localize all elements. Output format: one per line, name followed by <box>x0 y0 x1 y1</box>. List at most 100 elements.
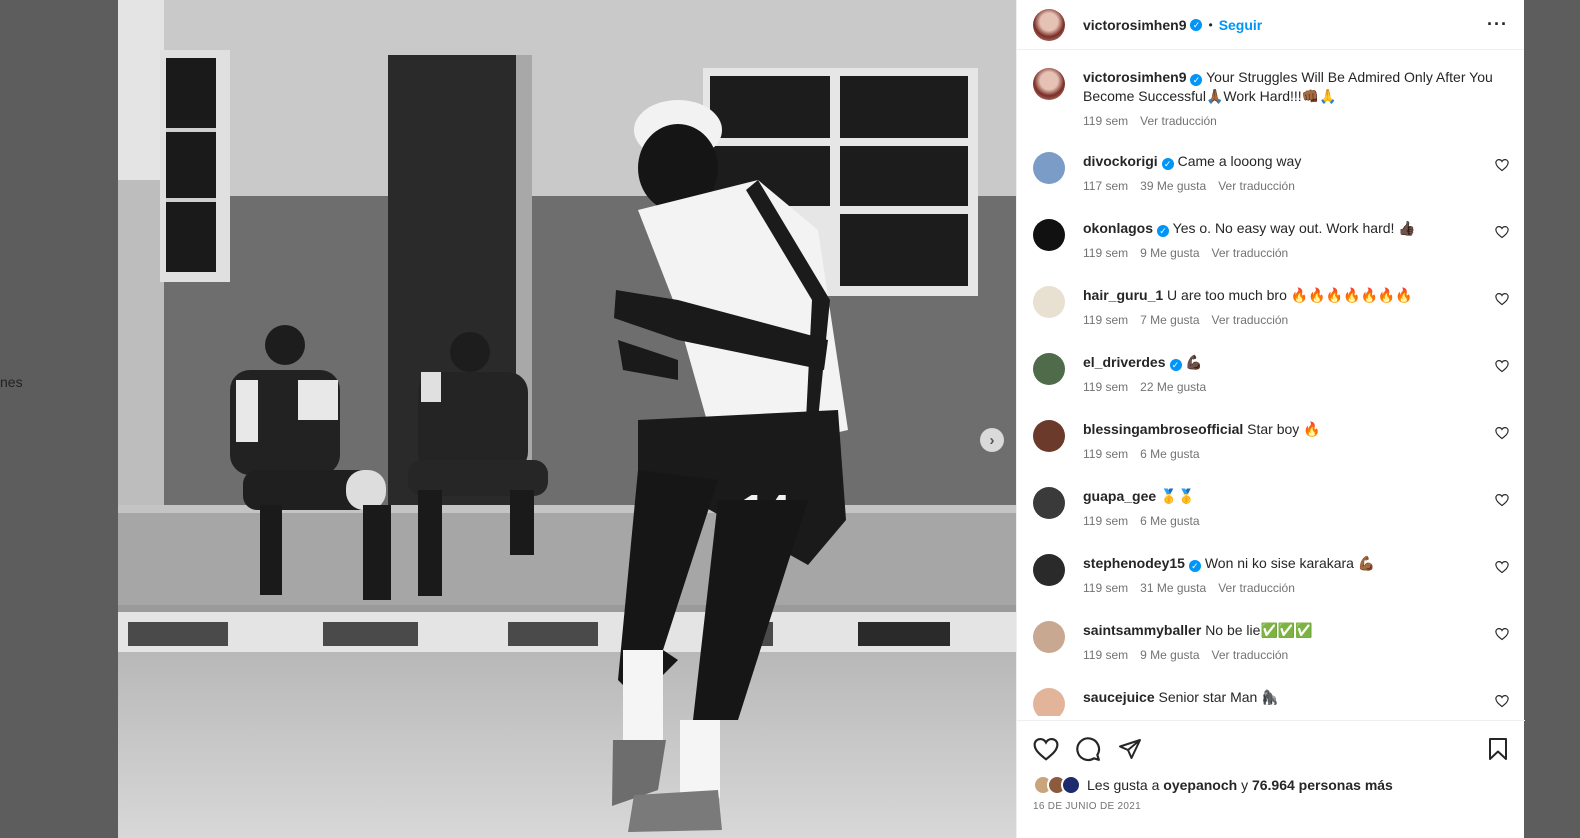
comment-row: hair_guru_1 U are too much bro 🔥🔥🔥🔥🔥🔥🔥 11… <box>1033 272 1509 339</box>
commenter-avatar[interactable] <box>1033 621 1065 653</box>
post-image: 14 <box>118 0 1016 838</box>
comment-row: el_driverdes ✓ 💪🏿 119 sem 22 Me gusta <box>1033 339 1509 406</box>
likes-connector: y <box>1241 777 1249 793</box>
comment-username[interactable]: saintsammyballer <box>1083 622 1201 638</box>
comment-likes-count[interactable]: 6 Me gusta <box>1140 512 1199 531</box>
comment-like-heart-icon[interactable] <box>1495 359 1509 373</box>
post-caption: victorosimhen9 ✓ Your Struggles Will Be A… <box>1033 54 1509 138</box>
post-photo[interactable]: 14 › <box>118 0 1016 838</box>
post-header: victorosimhen9 ✓ • Seguir ··· <box>1017 0 1524 50</box>
liker-avatars <box>1033 775 1081 795</box>
comment-like-heart-icon[interactable] <box>1495 627 1509 641</box>
next-photo-button[interactable]: › <box>980 428 1004 452</box>
comment-username[interactable]: divockorigi <box>1083 153 1158 169</box>
comment-text: U are too much bro 🔥🔥🔥🔥🔥🔥🔥 <box>1167 287 1413 303</box>
comment-text: Yes o. No easy way out. Work hard! 👍🏿 <box>1172 220 1416 236</box>
comment-translate-link[interactable]: Ver traducción <box>1212 646 1289 665</box>
comment-translate-link[interactable]: Ver traducción <box>1212 244 1289 263</box>
comment-like-heart-icon[interactable] <box>1495 694 1509 708</box>
comment-time[interactable]: 119 sem <box>1083 579 1128 598</box>
comment-like-heart-icon[interactable] <box>1495 493 1509 507</box>
commenter-avatar[interactable] <box>1033 152 1065 184</box>
comment-username[interactable]: guapa_gee <box>1083 488 1156 504</box>
separator-dot: • <box>1208 17 1213 32</box>
comment-likes-count[interactable]: 9 Me gusta <box>1140 244 1199 263</box>
comment-like-heart-icon[interactable] <box>1495 292 1509 306</box>
comment-time[interactable]: 117 sem <box>1083 177 1128 196</box>
comment-row: saintsammyballer No be lie✅✅✅ 119 sem 9 Me… <box>1033 607 1509 674</box>
commenter-avatar[interactable] <box>1033 554 1065 586</box>
comment-username[interactable]: saucejuice <box>1083 689 1155 705</box>
comment-row: saucejuice Senior star Man 🦍 <box>1033 674 1509 716</box>
comment-like-heart-icon[interactable] <box>1495 225 1509 239</box>
comment-text: Senior star Man 🦍 <box>1158 689 1279 705</box>
comment-time[interactable]: 119 sem <box>1083 378 1128 397</box>
comment-translate-link[interactable]: Ver traducción <box>1218 177 1295 196</box>
liker-avatar <box>1061 775 1081 795</box>
likes-user[interactable]: oyepanoch <box>1163 777 1237 793</box>
caption-avatar[interactable] <box>1033 68 1065 100</box>
comment-username[interactable]: okonlagos <box>1083 220 1153 236</box>
comment-text: 🥇🥇 <box>1160 488 1195 504</box>
heart-icon[interactable] <box>1033 737 1059 761</box>
comment-likes-count[interactable]: 7 Me gusta <box>1140 311 1199 330</box>
comment-likes-count[interactable]: 39 Me gusta <box>1140 177 1206 196</box>
chevron-right-icon: › <box>989 431 995 449</box>
caption-username[interactable]: victorosimhen9 <box>1083 69 1186 85</box>
comment-time[interactable]: 119 sem <box>1083 512 1128 531</box>
caption-time[interactable]: 119 sem <box>1083 112 1128 131</box>
comment-text: Star boy 🔥 <box>1247 421 1321 437</box>
post-modal: 14 › victorosimhen9 ✓ • Seguir ··· <box>118 0 1525 838</box>
comment-like-heart-icon[interactable] <box>1495 560 1509 574</box>
verified-badge-icon: ✓ <box>1188 560 1201 572</box>
commenter-avatar[interactable] <box>1033 353 1065 385</box>
background-edge-text: nes <box>0 374 23 390</box>
comment-likes-count[interactable]: 31 Me gusta <box>1140 579 1206 598</box>
comment-row: guapa_gee 🥇🥇 119 sem 6 Me gusta <box>1033 473 1509 540</box>
bookmark-icon[interactable] <box>1487 737 1509 761</box>
comment-username[interactable]: el_driverdes <box>1083 354 1166 370</box>
verified-badge-icon: ✓ <box>1157 225 1170 237</box>
commenter-avatar[interactable] <box>1033 420 1065 452</box>
more-options-icon[interactable]: ··· <box>1487 14 1508 35</box>
follow-button[interactable]: Seguir <box>1219 17 1263 33</box>
comment-likes-count[interactable]: 22 Me gusta <box>1140 378 1206 397</box>
comment-likes-count[interactable]: 6 Me gusta <box>1140 445 1199 464</box>
post-details-panel: victorosimhen9 ✓ • Seguir ··· victorosim… <box>1016 0 1525 838</box>
owner-username[interactable]: victorosimhen9 <box>1083 17 1186 33</box>
comment-row: okonlagos ✓ Yes o. No easy way out. Work … <box>1033 205 1509 272</box>
comment-username[interactable]: stephenodey15 <box>1083 555 1185 571</box>
comment-row: blessingambroseofficial Star boy 🔥 119 se… <box>1033 406 1509 473</box>
verified-badge-icon: ✓ <box>1190 74 1203 86</box>
paper-plane-icon[interactable] <box>1117 737 1143 761</box>
comment-time[interactable]: 119 sem <box>1083 244 1128 263</box>
comment-text: No be lie✅✅✅ <box>1205 622 1313 638</box>
comment-text: Came a looong way <box>1177 153 1302 169</box>
commenter-avatar[interactable] <box>1033 487 1065 519</box>
comment-time[interactable]: 119 sem <box>1083 311 1128 330</box>
verified-badge-icon: ✓ <box>1169 359 1182 371</box>
comment-like-heart-icon[interactable] <box>1495 158 1509 172</box>
comment-username[interactable]: blessingambroseofficial <box>1083 421 1243 437</box>
comments-list[interactable]: victorosimhen9 ✓ Your Struggles Will Be A… <box>1017 54 1525 716</box>
likes-others[interactable]: 76.964 personas más <box>1252 777 1393 793</box>
owner-avatar[interactable] <box>1033 8 1065 41</box>
caption-translate-link[interactable]: Ver traducción <box>1140 112 1217 131</box>
comment-row: stephenodey15 ✓ Won ni ko sise karakara 💪… <box>1033 540 1509 607</box>
comment-time[interactable]: 119 sem <box>1083 646 1128 665</box>
verified-badge-icon: ✓ <box>1161 158 1174 170</box>
commenter-avatar[interactable] <box>1033 286 1065 318</box>
comment-row: divockorigi ✓ Came a looong way 117 sem 39 … <box>1033 138 1509 205</box>
commenter-avatar[interactable] <box>1033 688 1065 716</box>
comment-translate-link[interactable]: Ver traducción <box>1212 311 1289 330</box>
comment-likes-count[interactable]: 9 Me gusta <box>1140 646 1199 665</box>
comment-icon[interactable] <box>1075 736 1101 762</box>
post-actions: Les gusta a oyepanoch y 76.964 personas … <box>1017 720 1525 838</box>
comment-translate-link[interactable]: Ver traducción <box>1218 579 1295 598</box>
commenter-avatar[interactable] <box>1033 219 1065 251</box>
comment-username[interactable]: hair_guru_1 <box>1083 287 1163 303</box>
comment-time[interactable]: 119 sem <box>1083 445 1128 464</box>
comment-like-heart-icon[interactable] <box>1495 426 1509 440</box>
post-date[interactable]: 16 DE JUNIO DE 2021 <box>1033 801 1509 812</box>
comment-text: 💪🏿 <box>1185 354 1203 370</box>
